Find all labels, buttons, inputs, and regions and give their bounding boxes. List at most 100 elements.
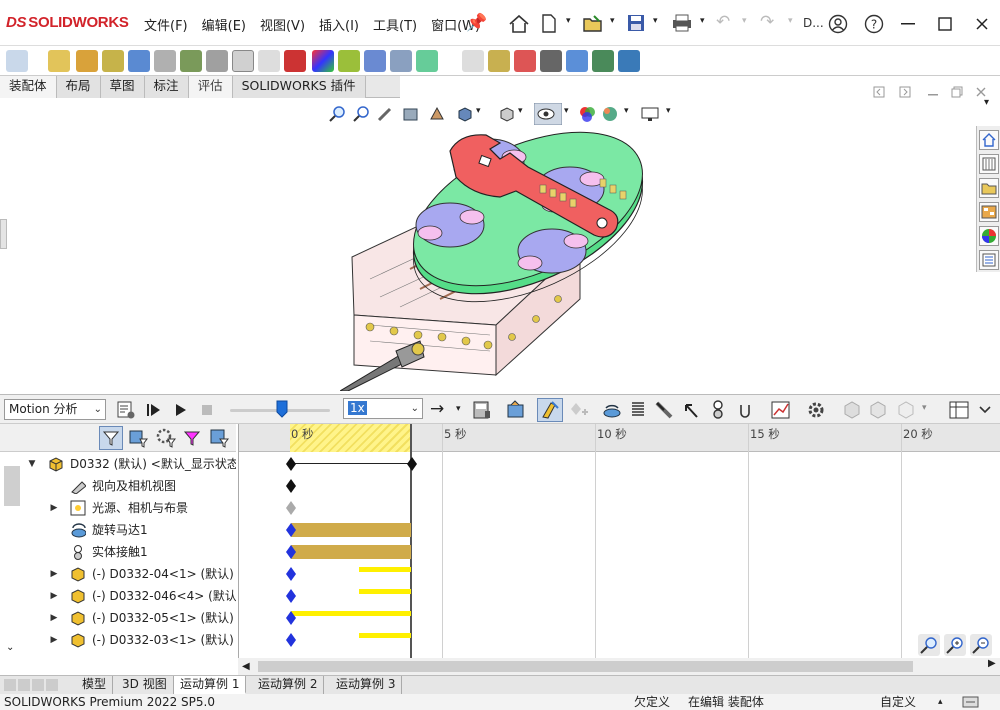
doc-prev-icon[interactable]: [872, 85, 886, 99]
view-orientation-icon[interactable]: [456, 105, 474, 123]
calculate-icon[interactable]: [116, 400, 136, 420]
playback-mode-dropdown-icon[interactable]: ▾: [456, 404, 461, 414]
bill-of-materials-icon[interactable]: [258, 50, 280, 72]
zoom-to-fit-icon[interactable]: [328, 105, 346, 123]
timeline-bar-contact[interactable]: [291, 545, 411, 559]
playback-mode-icon[interactable]: →: [430, 399, 444, 419]
tab-layout[interactable]: 布局: [56, 76, 101, 98]
autokey-button[interactable]: [537, 398, 563, 422]
view-settings-icon[interactable]: [640, 105, 660, 123]
apply-scene-icon[interactable]: [600, 105, 620, 123]
tab-motion-study-1[interactable]: 运动算例 1: [174, 676, 247, 694]
view-palette-icon[interactable]: [979, 202, 999, 222]
key-point-icon[interactable]: [285, 588, 297, 604]
display-style-dropdown-icon[interactable]: ▾: [518, 106, 523, 116]
open-dropdown-icon[interactable]: ▾: [610, 16, 615, 26]
undo-dropdown-icon[interactable]: ▾: [742, 16, 747, 26]
hole-alignment-icon[interactable]: [488, 50, 510, 72]
menu-file[interactable]: 文件(F): [137, 15, 195, 35]
study-type-select[interactable]: Motion 分析 ⌄: [4, 399, 106, 420]
hide-show-items-icon[interactable]: [534, 103, 562, 125]
large-assembly-icon[interactable]: [390, 50, 412, 72]
instant3d-icon[interactable]: [312, 50, 334, 72]
zoom-to-area-icon[interactable]: [352, 105, 370, 123]
tree-item-root-assembly[interactable]: ▼ D0332 (默认) <默认_显示状态: [0, 453, 236, 475]
zoom-to-fit-icon[interactable]: [918, 634, 940, 656]
dynamic-annotation-icon[interactable]: [428, 105, 446, 123]
close-icon[interactable]: [974, 16, 990, 32]
take-snapshot-icon[interactable]: [364, 50, 386, 72]
key-point-icon[interactable]: [285, 566, 297, 582]
performance-evaluation-icon[interactable]: [618, 50, 640, 72]
key-point-icon[interactable]: [406, 456, 418, 472]
doc-close-icon[interactable]: [974, 85, 988, 99]
stop-icon[interactable]: [200, 403, 214, 417]
assembly-model[interactable]: [340, 129, 660, 391]
print-icon[interactable]: [671, 14, 693, 32]
contact-icon[interactable]: [708, 399, 728, 421]
user-account-icon[interactable]: [828, 14, 848, 34]
move-component-icon[interactable]: [128, 50, 150, 72]
open-folder-icon[interactable]: [582, 13, 604, 34]
graphics-area[interactable]: ▾ ▾ ▾ ▾ ▾: [0, 86, 986, 393]
measure-icon[interactable]: [514, 50, 536, 72]
edit-appearance-icon[interactable]: [578, 105, 596, 123]
key-point-icon[interactable]: [285, 610, 297, 626]
mate-icon[interactable]: [48, 50, 70, 72]
sensor-icon[interactable]: [592, 50, 614, 72]
save-dropdown-icon[interactable]: ▾: [653, 16, 658, 26]
minimize-icon[interactable]: [900, 22, 916, 26]
timeline-header[interactable]: 0 秒 5 秒 10 秒 15 秒 20 秒: [239, 424, 1000, 452]
timeline-bar-part[interactable]: [359, 567, 411, 572]
linear-pattern-icon[interactable]: [76, 50, 98, 72]
sort-components-icon[interactable]: [208, 427, 230, 449]
playback-speed-select[interactable]: 1x ⌄: [343, 398, 423, 419]
tab-motion-study-2[interactable]: 运动算例 2: [252, 676, 325, 694]
key-point-icon[interactable]: [285, 632, 297, 648]
play-icon[interactable]: [174, 402, 188, 418]
insert-component-icon[interactable]: [6, 50, 28, 72]
prev-tab-icon[interactable]: [18, 679, 30, 691]
apply-scene-dropdown-icon[interactable]: ▾: [624, 106, 629, 116]
save-icon[interactable]: [626, 13, 646, 33]
hide-show-dropdown-icon[interactable]: ▾: [564, 106, 569, 116]
solidworks-resources-icon[interactable]: [979, 130, 999, 150]
timeline-scroll-thumb[interactable]: [258, 661, 913, 672]
filter-driving-icon[interactable]: [127, 427, 149, 449]
key-point-icon[interactable]: [285, 522, 297, 538]
timeline-bar-motor[interactable]: [291, 523, 411, 537]
view-settings-dropdown-icon[interactable]: ▾: [666, 106, 671, 116]
rebuild-indicator-icon[interactable]: [962, 695, 980, 709]
filter-animation-button[interactable]: [99, 426, 123, 450]
scroll-right-icon[interactable]: ▶: [988, 658, 996, 669]
smart-fasteners-icon[interactable]: [102, 50, 124, 72]
print-dropdown-icon[interactable]: ▾: [700, 16, 705, 26]
tree-item-part[interactable]: ▶ (-) D0332-03<1> (默认): [0, 629, 236, 651]
add-update-key-icon[interactable]: [568, 400, 588, 420]
tab-3d-views[interactable]: 3D 视图: [116, 676, 174, 694]
feature-manager-toggle[interactable]: [0, 219, 7, 249]
force-icon[interactable]: [682, 400, 700, 420]
tree-item-lights[interactable]: ▶ 光源、相机与布景: [0, 497, 236, 519]
tab-motion-study-3[interactable]: 运动算例 3: [330, 676, 403, 694]
assembly-features-icon[interactable]: [180, 50, 202, 72]
playback-slider-thumb[interactable]: [276, 400, 288, 418]
display-style-icon[interactable]: [498, 105, 516, 123]
exploded-view-icon[interactable]: [284, 50, 306, 72]
motion-timeline[interactable]: 0 秒 5 秒 10 秒 15 秒 20 秒: [238, 424, 1000, 658]
user-name[interactable]: D...: [803, 16, 824, 30]
show-hidden-icon[interactable]: [154, 50, 176, 72]
timeline-bar-part[interactable]: [359, 633, 411, 638]
doc-next-icon[interactable]: [898, 85, 912, 99]
animation-wizard-icon[interactable]: [506, 400, 526, 420]
new-document-icon[interactable]: [540, 13, 558, 34]
gravity-icon[interactable]: [736, 401, 754, 421]
tab-assembly[interactable]: 装配体: [0, 76, 57, 98]
scroll-left-area[interactable]: ◀: [238, 658, 258, 675]
filter-selected-components-icon[interactable]: [155, 427, 177, 449]
filter-animated-icon[interactable]: [868, 400, 888, 420]
menu-edit[interactable]: 编辑(E): [195, 15, 253, 35]
new-motion-study-icon[interactable]: [232, 50, 254, 72]
unit-system-selector[interactable]: 自定义: [880, 694, 916, 710]
key-point-icon[interactable]: [285, 478, 297, 494]
